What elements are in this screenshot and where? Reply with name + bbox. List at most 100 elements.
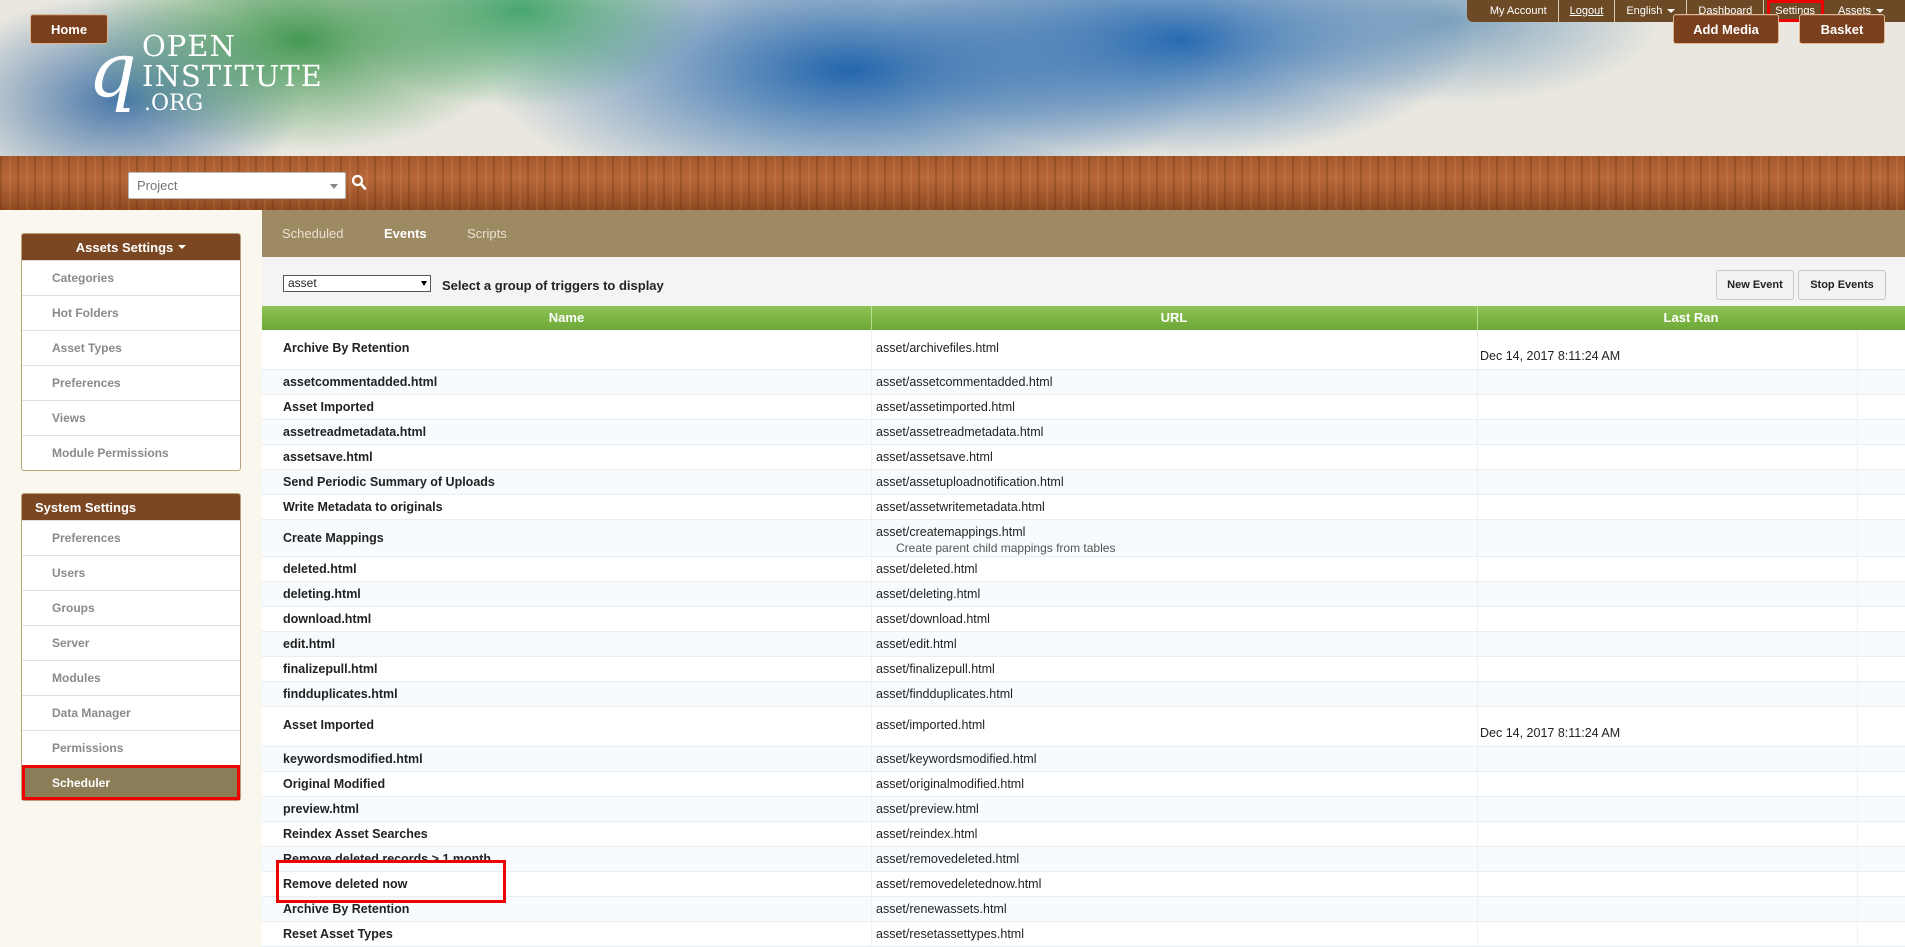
sidebar-item-hot-folders[interactable]: Hot Folders xyxy=(22,295,240,330)
event-url[interactable]: asset/assetsave.html xyxy=(876,450,993,464)
event-name[interactable]: Send Periodic Summary of Uploads xyxy=(283,475,495,489)
event-url[interactable]: asset/createmappings.html xyxy=(876,525,1025,539)
event-url[interactable]: asset/findduplicates.html xyxy=(876,687,1013,701)
sidebar-item-asset-preferences[interactable]: Preferences xyxy=(22,365,240,400)
trigger-group-select[interactable]: asset xyxy=(283,275,431,292)
table-row[interactable]: edit.html asset/edit.html xyxy=(262,632,1905,657)
add-media-button[interactable]: Add Media xyxy=(1673,14,1779,44)
table-row[interactable]: Asset Imported asset/assetimported.html xyxy=(262,395,1905,420)
event-url[interactable]: asset/keywordsmodified.html xyxy=(876,752,1036,766)
table-row[interactable]: finalizepull.html asset/finalizepull.html xyxy=(262,657,1905,682)
table-row[interactable]: Create Mappings asset/createmappings.html… xyxy=(262,520,1905,557)
table-row[interactable]: assetreadmetadata.html asset/assetreadmet… xyxy=(262,420,1905,445)
project-input[interactable] xyxy=(129,173,327,198)
table-row[interactable]: assetcommentadded.html asset/assetcomment… xyxy=(262,370,1905,395)
event-url[interactable]: asset/download.html xyxy=(876,612,990,626)
sidebar-item-preferences[interactable]: Preferences xyxy=(22,520,240,555)
home-button[interactable]: Home xyxy=(30,14,108,44)
table-row[interactable]: Archive By Retention asset/renewassets.ht… xyxy=(262,897,1905,922)
event-name[interactable]: assetcommentadded.html xyxy=(283,375,437,389)
sidebar-item-server[interactable]: Server xyxy=(22,625,240,660)
tab-scripts[interactable]: Scripts xyxy=(467,226,507,241)
event-name[interactable]: assetreadmetadata.html xyxy=(283,425,426,439)
event-name[interactable]: Create Mappings xyxy=(283,531,384,545)
table-row[interactable]: deleted.html asset/deleted.html xyxy=(262,557,1905,582)
event-name[interactable]: download.html xyxy=(283,612,371,626)
event-name[interactable]: findduplicates.html xyxy=(283,687,398,701)
tab-scheduled[interactable]: Scheduled xyxy=(282,226,343,241)
event-url[interactable]: asset/removedeletednow.html xyxy=(876,877,1041,891)
openinstitute-logo[interactable]: q OPEN INSTITUTE .ORG xyxy=(88,22,328,122)
event-url[interactable]: asset/originalmodified.html xyxy=(876,777,1024,791)
logout-link[interactable]: Logout xyxy=(1559,0,1616,22)
table-row[interactable]: Reset Asset Types asset/resetassettypes.h… xyxy=(262,922,1905,947)
search-icon[interactable] xyxy=(351,174,367,192)
event-name[interactable]: edit.html xyxy=(283,637,335,651)
table-row[interactable]: Send Periodic Summary of Uploads asset/as… xyxy=(262,470,1905,495)
column-header-last-ran[interactable]: Last Ran xyxy=(1477,306,1905,330)
sidebar-item-permissions[interactable]: Permissions xyxy=(22,730,240,765)
table-row[interactable]: Write Metadata to originals asset/assetwr… xyxy=(262,495,1905,520)
table-row[interactable]: Asset Imported asset/imported.html Dec 14,… xyxy=(262,707,1905,747)
table-row[interactable]: assetsave.html asset/assetsave.html xyxy=(262,445,1905,470)
sidebar-item-groups[interactable]: Groups xyxy=(22,590,240,625)
sidebar-item-data-manager[interactable]: Data Manager xyxy=(22,695,240,730)
event-name[interactable]: Write Metadata to originals xyxy=(283,500,443,514)
column-header-url[interactable]: URL xyxy=(871,306,1478,330)
new-event-button[interactable]: New Event xyxy=(1716,270,1794,300)
event-name[interactable]: Asset Imported xyxy=(283,400,374,414)
event-url[interactable]: asset/reindex.html xyxy=(876,827,977,841)
table-row[interactable]: download.html asset/download.html xyxy=(262,607,1905,632)
event-url[interactable]: asset/edit.html xyxy=(876,637,957,651)
event-url[interactable]: asset/assetreadmetadata.html xyxy=(876,425,1043,439)
event-url[interactable]: asset/deleting.html xyxy=(876,587,980,601)
my-account-link[interactable]: My Account xyxy=(1479,0,1559,22)
event-url[interactable]: asset/imported.html xyxy=(876,718,985,732)
event-name[interactable]: deleting.html xyxy=(283,587,361,601)
assets-settings-dropdown[interactable]: Assets Settings xyxy=(22,234,240,260)
basket-button[interactable]: Basket xyxy=(1799,14,1885,44)
sidebar-item-categories[interactable]: Categories xyxy=(22,260,240,295)
table-row[interactable]: Remove deleted now asset/removedeletednow… xyxy=(262,872,1905,897)
event-url[interactable]: asset/assetwritemetadata.html xyxy=(876,500,1045,514)
event-url[interactable]: asset/resetassettypes.html xyxy=(876,927,1024,941)
sidebar-item-module-permissions[interactable]: Module Permissions xyxy=(22,435,240,470)
event-name[interactable]: preview.html xyxy=(283,802,359,816)
event-name[interactable]: deleted.html xyxy=(283,562,357,576)
event-url[interactable]: asset/assetcommentadded.html xyxy=(876,375,1052,389)
sidebar-item-scheduler[interactable]: Scheduler xyxy=(22,765,240,800)
table-row[interactable]: keywordsmodified.html asset/keywordsmodif… xyxy=(262,747,1905,772)
event-name[interactable]: Archive By Retention xyxy=(283,902,409,916)
sidebar-item-modules[interactable]: Modules xyxy=(22,660,240,695)
event-name[interactable]: assetsave.html xyxy=(283,450,373,464)
event-url[interactable]: asset/deleted.html xyxy=(876,562,977,576)
project-selector[interactable] xyxy=(128,172,346,199)
column-header-name[interactable]: Name xyxy=(262,306,872,330)
event-url[interactable]: asset/preview.html xyxy=(876,802,979,816)
event-url[interactable]: asset/assetimported.html xyxy=(876,400,1015,414)
event-url[interactable]: asset/removedeleted.html xyxy=(876,852,1019,866)
event-name[interactable]: Asset Imported xyxy=(283,718,374,732)
tab-events[interactable]: Events xyxy=(384,226,427,241)
table-row[interactable]: Archive By Retention asset/archivefiles.h… xyxy=(262,330,1905,370)
table-row[interactable]: preview.html asset/preview.html xyxy=(262,797,1905,822)
event-url[interactable]: asset/assetuploadnotification.html xyxy=(876,475,1064,489)
sidebar-item-views[interactable]: Views xyxy=(22,400,240,435)
event-name[interactable]: Archive By Retention xyxy=(283,341,409,355)
sidebar-item-users[interactable]: Users xyxy=(22,555,240,590)
event-url[interactable]: asset/finalizepull.html xyxy=(876,662,995,676)
table-row[interactable]: findduplicates.html asset/findduplicates.… xyxy=(262,682,1905,707)
stop-events-button[interactable]: Stop Events xyxy=(1798,270,1886,300)
event-url[interactable]: asset/renewassets.html xyxy=(876,902,1007,916)
event-name[interactable]: Original Modified xyxy=(283,777,385,791)
event-name[interactable]: Reindex Asset Searches xyxy=(283,827,428,841)
event-url[interactable]: asset/archivefiles.html xyxy=(876,341,999,355)
table-row[interactable]: Original Modified asset/originalmodified.… xyxy=(262,772,1905,797)
sidebar-item-asset-types[interactable]: Asset Types xyxy=(22,330,240,365)
table-row[interactable]: Remove deleted records > 1 month asset/re… xyxy=(262,847,1905,872)
event-name[interactable]: Reset Asset Types xyxy=(283,927,393,941)
table-row[interactable]: Reindex Asset Searches asset/reindex.html xyxy=(262,822,1905,847)
event-name[interactable]: keywordsmodified.html xyxy=(283,752,423,766)
table-row[interactable]: deleting.html asset/deleting.html xyxy=(262,582,1905,607)
event-name[interactable]: finalizepull.html xyxy=(283,662,377,676)
